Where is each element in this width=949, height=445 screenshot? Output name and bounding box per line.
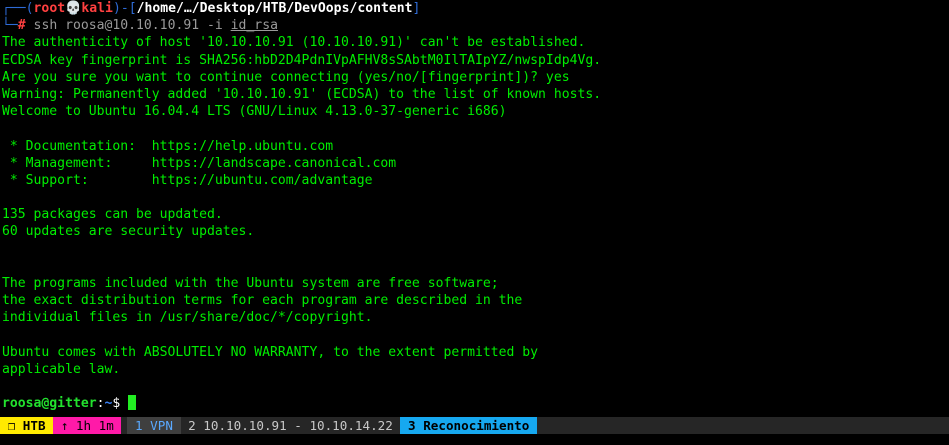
output-line: Ubuntu comes with ABSOLUTELY NO WARRANTY…	[2, 344, 539, 360]
kali-prompt-line-1: ┌──(root💀kali)-[/home/…/Desktop/HTB/DevO…	[2, 0, 949, 17]
remote-symbol: $	[112, 396, 129, 412]
prompt-host: kali	[81, 1, 113, 16]
output-line: individual files in /usr/share/doc/*/cop…	[2, 310, 373, 326]
remote-sep: :	[96, 396, 105, 412]
kali-prompt-line-2: └─# ssh roosa@10.10.10.91 -i id_rsa	[2, 17, 949, 34]
terminal-window[interactable]: ┌──(root💀kali)-[/home/…/Desktop/HTB/DevO…	[0, 0, 949, 417]
session-name: HTB	[22, 418, 46, 433]
remote-user-host: roosa@gitter	[2, 396, 97, 412]
output-line: 60 updates are security updates.	[2, 224, 255, 240]
skull-icon: 💀	[65, 1, 82, 16]
output-line: * Documentation: https://help.ubuntu.com	[2, 138, 334, 154]
output-line: Welcome to Ubuntu 16.04.4 LTS (GNU/Linux…	[2, 104, 507, 120]
output-line: applicable law.	[2, 361, 121, 377]
arrow-up-icon: ↑	[60, 418, 69, 433]
window-ip-label: 2 10.10.10.91 - 10.10.14.22	[188, 418, 393, 433]
terminal-cursor[interactable]	[128, 395, 137, 411]
tmux-window-vpn[interactable]: 1 VPN	[127, 417, 181, 434]
output-line: * Support: https://ubuntu.com/advantage	[2, 172, 373, 188]
ssh-keyfile: id_rsa	[230, 18, 278, 34]
output-line: 135 packages can be updated.	[2, 207, 223, 223]
tmux-window-ip[interactable]: 2 10.10.10.91 - 10.10.14.22	[181, 417, 401, 434]
ssh-flag: -i	[206, 18, 223, 34]
prompt-dir-open: )-[	[112, 1, 137, 16]
output-line: The authenticity of host '10.10.10.91 (1…	[2, 35, 586, 51]
prompt-path: /home/…/Desktop/HTB/DevOops/content	[136, 1, 413, 16]
prompt-hash: #	[17, 18, 26, 34]
prompt-corner-bottom: └─	[2, 18, 18, 34]
tmux-window-recon[interactable]: 3 Reconocimiento	[400, 417, 537, 434]
session-icon: ❐	[7, 418, 16, 433]
window-vpn-label: 1 VPN	[135, 418, 173, 433]
prompt-user: root	[33, 1, 66, 16]
remote-prompt-line[interactable]: roosa@gitter:~$	[2, 395, 949, 412]
output-line: ECDSA key fingerprint is SHA256:hbD2D4Pd…	[2, 52, 602, 68]
prompt-corner-top: ┌──(	[2, 1, 34, 16]
output-line: * Management: https://landscape.canonica…	[2, 155, 397, 171]
output-line: the exact distribution terms for each pr…	[2, 293, 523, 309]
ssh-command: ssh roosa@10.10.10.91	[25, 18, 207, 34]
window-recon-label: 3 Reconocimiento	[408, 418, 530, 433]
tmux-uptime-segment: ↑ 1h 1m	[53, 417, 122, 434]
prompt-dir-close: ]	[412, 1, 421, 16]
output-line: The programs included with the Ubuntu sy…	[2, 276, 499, 291]
uptime-value: 1h 1m	[75, 418, 114, 433]
tmux-status-bar: ❐ HTB ↑ 1h 1m 1 VPN 2 10.10.10.91 - 10.1…	[0, 417, 949, 434]
output-line: Are you sure you want to continue connec…	[2, 69, 570, 85]
ssh-space	[223, 18, 231, 33]
output-line: Warning: Permanently added '10.10.10.91'…	[2, 86, 602, 102]
tmux-session-segment[interactable]: ❐ HTB	[0, 417, 54, 434]
